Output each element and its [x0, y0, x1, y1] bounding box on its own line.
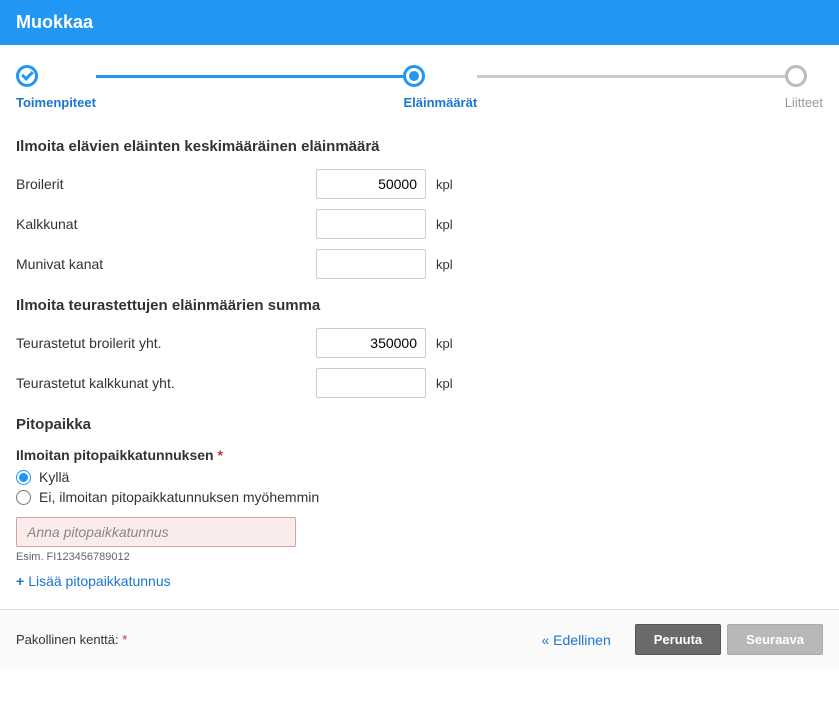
- dot-icon: [403, 65, 425, 87]
- section-living-title: Ilmoita elävien eläinten keskimääräinen …: [16, 138, 823, 155]
- radio-no[interactable]: [16, 490, 31, 505]
- step-liitteet[interactable]: Liitteet: [785, 65, 823, 110]
- field-label: Broilerit: [16, 176, 316, 192]
- required-marker: *: [122, 632, 127, 647]
- previous-link[interactable]: « Edellinen: [541, 632, 610, 648]
- teurastetut-kalkkunat-input[interactable]: [316, 368, 426, 398]
- unit-label: kpl: [436, 217, 453, 232]
- dialog-header: Muokkaa: [0, 0, 839, 45]
- unit-label: kpl: [436, 336, 453, 351]
- add-link-label: Lisää pitopaikkatunnus: [28, 573, 170, 589]
- field-label: Munivat kanat: [16, 256, 316, 272]
- munivat-kanat-input[interactable]: [316, 249, 426, 279]
- radio-no-label: Ei, ilmoitan pitopaikkatunnuksen myöhemm…: [39, 489, 319, 505]
- cancel-button[interactable]: Peruuta: [635, 624, 721, 655]
- add-pitopaikkatunnus-link[interactable]: + Lisää pitopaikkatunnus: [16, 573, 171, 589]
- step-connector: [96, 75, 404, 78]
- step-label: Toimenpiteet: [16, 95, 96, 110]
- step-connector: [477, 75, 785, 78]
- pitopaikkatunnus-hint: Esim. FI123456789012: [16, 551, 823, 563]
- pitopaikka-radio-group: Kyllä Ei, ilmoitan pitopaikkatunnuksen m…: [16, 469, 823, 505]
- required-marker: *: [217, 447, 222, 463]
- row-broilerit: Broilerit kpl: [16, 169, 823, 199]
- required-legend: Pakollinen kenttä: *: [16, 632, 541, 647]
- unit-label: kpl: [436, 257, 453, 272]
- chevron-left-icon: «: [541, 632, 549, 648]
- pitopaikkatunnus-input[interactable]: [16, 517, 296, 547]
- previous-label: Edellinen: [553, 632, 611, 648]
- row-kalkkunat: Kalkkunat kpl: [16, 209, 823, 239]
- next-button[interactable]: Seuraava: [727, 624, 823, 655]
- pitopaikka-question: Ilmoitan pitopaikkatunnuksen *: [16, 447, 823, 463]
- dialog-title: Muokkaa: [16, 12, 93, 32]
- radio-yes-label: Kyllä: [39, 469, 69, 485]
- section-slaughtered-title: Ilmoita teurastettujen eläinmäärien summ…: [16, 297, 823, 314]
- step-toimenpiteet[interactable]: Toimenpiteet: [16, 65, 96, 110]
- teurastetut-broilerit-input[interactable]: [316, 328, 426, 358]
- stepper: Toimenpiteet Eläinmäärät Liitteet: [16, 65, 823, 110]
- field-label: Teurastetut kalkkunat yht.: [16, 375, 316, 391]
- step-elainmaarat[interactable]: Eläinmäärät: [403, 65, 477, 110]
- row-teurastetut-broilerit: Teurastetut broilerit yht. kpl: [16, 328, 823, 358]
- unit-label: kpl: [436, 177, 453, 192]
- field-label: Teurastetut broilerit yht.: [16, 335, 316, 351]
- plus-icon: +: [16, 573, 24, 589]
- unit-label: kpl: [436, 376, 453, 391]
- radio-no-row[interactable]: Ei, ilmoitan pitopaikkatunnuksen myöhemm…: [16, 489, 823, 505]
- radio-yes[interactable]: [16, 470, 31, 485]
- radio-yes-row[interactable]: Kyllä: [16, 469, 823, 485]
- check-icon: [16, 65, 38, 87]
- section-pitopaikka-title: Pitopaikka: [16, 416, 823, 433]
- broilerit-input[interactable]: [316, 169, 426, 199]
- step-label: Eläinmäärät: [403, 95, 477, 110]
- circle-icon: [785, 65, 807, 87]
- kalkkunat-input[interactable]: [316, 209, 426, 239]
- dialog-footer: Pakollinen kenttä: * « Edellinen Peruuta…: [0, 609, 839, 669]
- step-label: Liitteet: [785, 95, 823, 110]
- field-label: Kalkkunat: [16, 216, 316, 232]
- row-teurastetut-kalkkunat: Teurastetut kalkkunat yht. kpl: [16, 368, 823, 398]
- row-munivat-kanat: Munivat kanat kpl: [16, 249, 823, 279]
